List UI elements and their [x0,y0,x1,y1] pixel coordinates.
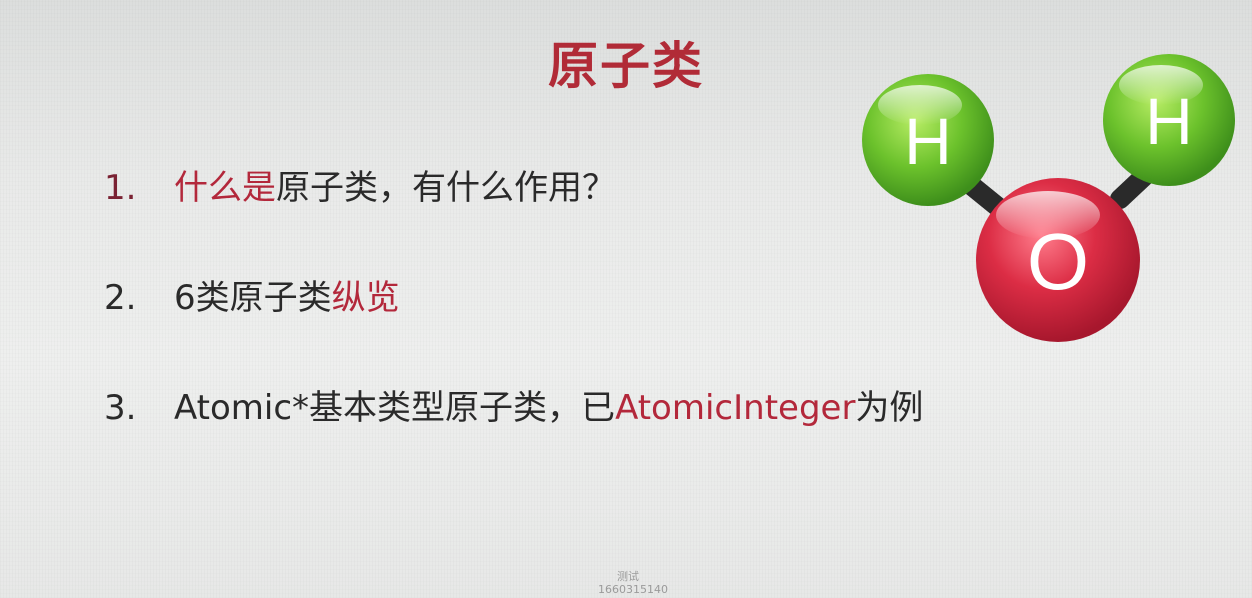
item-text: 为例 [855,388,924,428]
hydrogen-atom-left: H [862,74,994,206]
water-molecule-icon: H H O [862,54,1235,342]
atom-label: H [904,104,952,178]
item-text-highlight: AtomicInteger [615,388,856,428]
atom-label: H [1145,84,1193,158]
item-number: 3. [104,388,137,428]
watermark-line-1: 测试 [617,570,639,583]
item-text: 原子类，有什么作用？ [276,168,616,208]
oxygen-atom: O [976,178,1140,342]
atom-label: O [1027,217,1089,306]
watermark: 测试 1660315140 [598,570,668,596]
list-item: 2. 6类原子类纵览 [104,270,400,319]
item-number: 2. [104,278,137,318]
item-text: 6类原子类 [174,278,332,318]
hydrogen-atom-right: H [1103,54,1235,186]
list-item: 1. 什么是原子类，有什么作用？ [104,160,616,209]
presentation-slide: 原子类 1. 什么是原子类，有什么作用？ 2. 6类原子类纵览 3. Atomic*基… [0,0,1252,598]
item-text: Atomic*基本类型原子类，已 [174,388,616,428]
item-text-highlight: 纵览 [331,278,400,318]
item-text-highlight: 什么是 [174,168,276,208]
watermark-line-2: 1660315140 [598,583,668,596]
list-item: 3. Atomic*基本类型原子类，已AtomicInteger为例 [104,380,923,429]
item-number: 1. [104,168,137,208]
